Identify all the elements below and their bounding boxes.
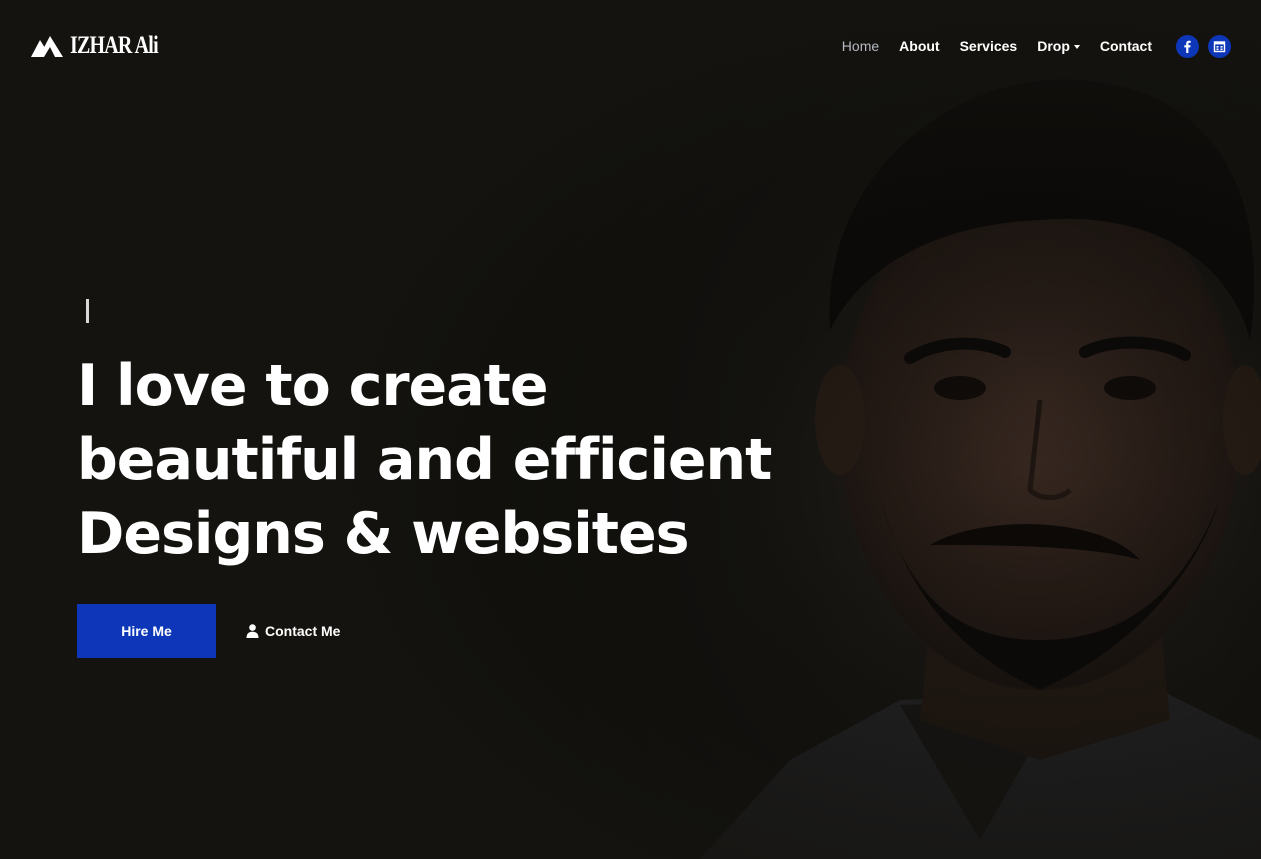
headline-line-2: beautiful and efficient — [77, 427, 772, 493]
brand-logo[interactable]: IZHAR Ali — [30, 32, 180, 60]
calendar-button[interactable] — [1208, 34, 1231, 58]
facebook-icon — [1184, 40, 1191, 53]
hero-actions: Hire Me Contact Me — [77, 604, 340, 658]
contact-me-button[interactable]: Contact Me — [246, 623, 340, 639]
user-icon — [246, 624, 259, 638]
navbar: IZHAR Ali Home About Services Drop Conta… — [0, 0, 1261, 92]
nav-item-drop-label: Drop — [1037, 38, 1070, 54]
nav-item-services[interactable]: Services — [950, 38, 1028, 54]
nav-item-home[interactable]: Home — [832, 38, 889, 54]
nav-item-drop[interactable]: Drop — [1027, 38, 1090, 54]
hire-me-button[interactable]: Hire Me — [77, 604, 216, 658]
caret-down-icon — [1073, 44, 1080, 49]
headline-line-3: Designs & websites — [77, 501, 690, 567]
nav-item-about[interactable]: About — [889, 38, 949, 54]
typing-cursor — [86, 299, 89, 323]
hero-section: IZHAR Ali Home About Services Drop Conta… — [0, 0, 1261, 859]
contact-me-label: Contact Me — [265, 623, 341, 639]
nav-item-contact[interactable]: Contact — [1090, 38, 1162, 54]
hero-headline: I love to create beautiful and efficient… — [77, 349, 797, 571]
facebook-button[interactable] — [1176, 34, 1199, 58]
nav-menu: Home About Services Drop Contact — [832, 38, 1162, 54]
mountain-logo-icon — [31, 36, 63, 57]
social-links — [1176, 34, 1231, 58]
brand-name: IZHAR Ali — [70, 32, 159, 59]
headline-line-1: I love to create — [77, 353, 549, 419]
calendar-icon — [1213, 40, 1226, 52]
